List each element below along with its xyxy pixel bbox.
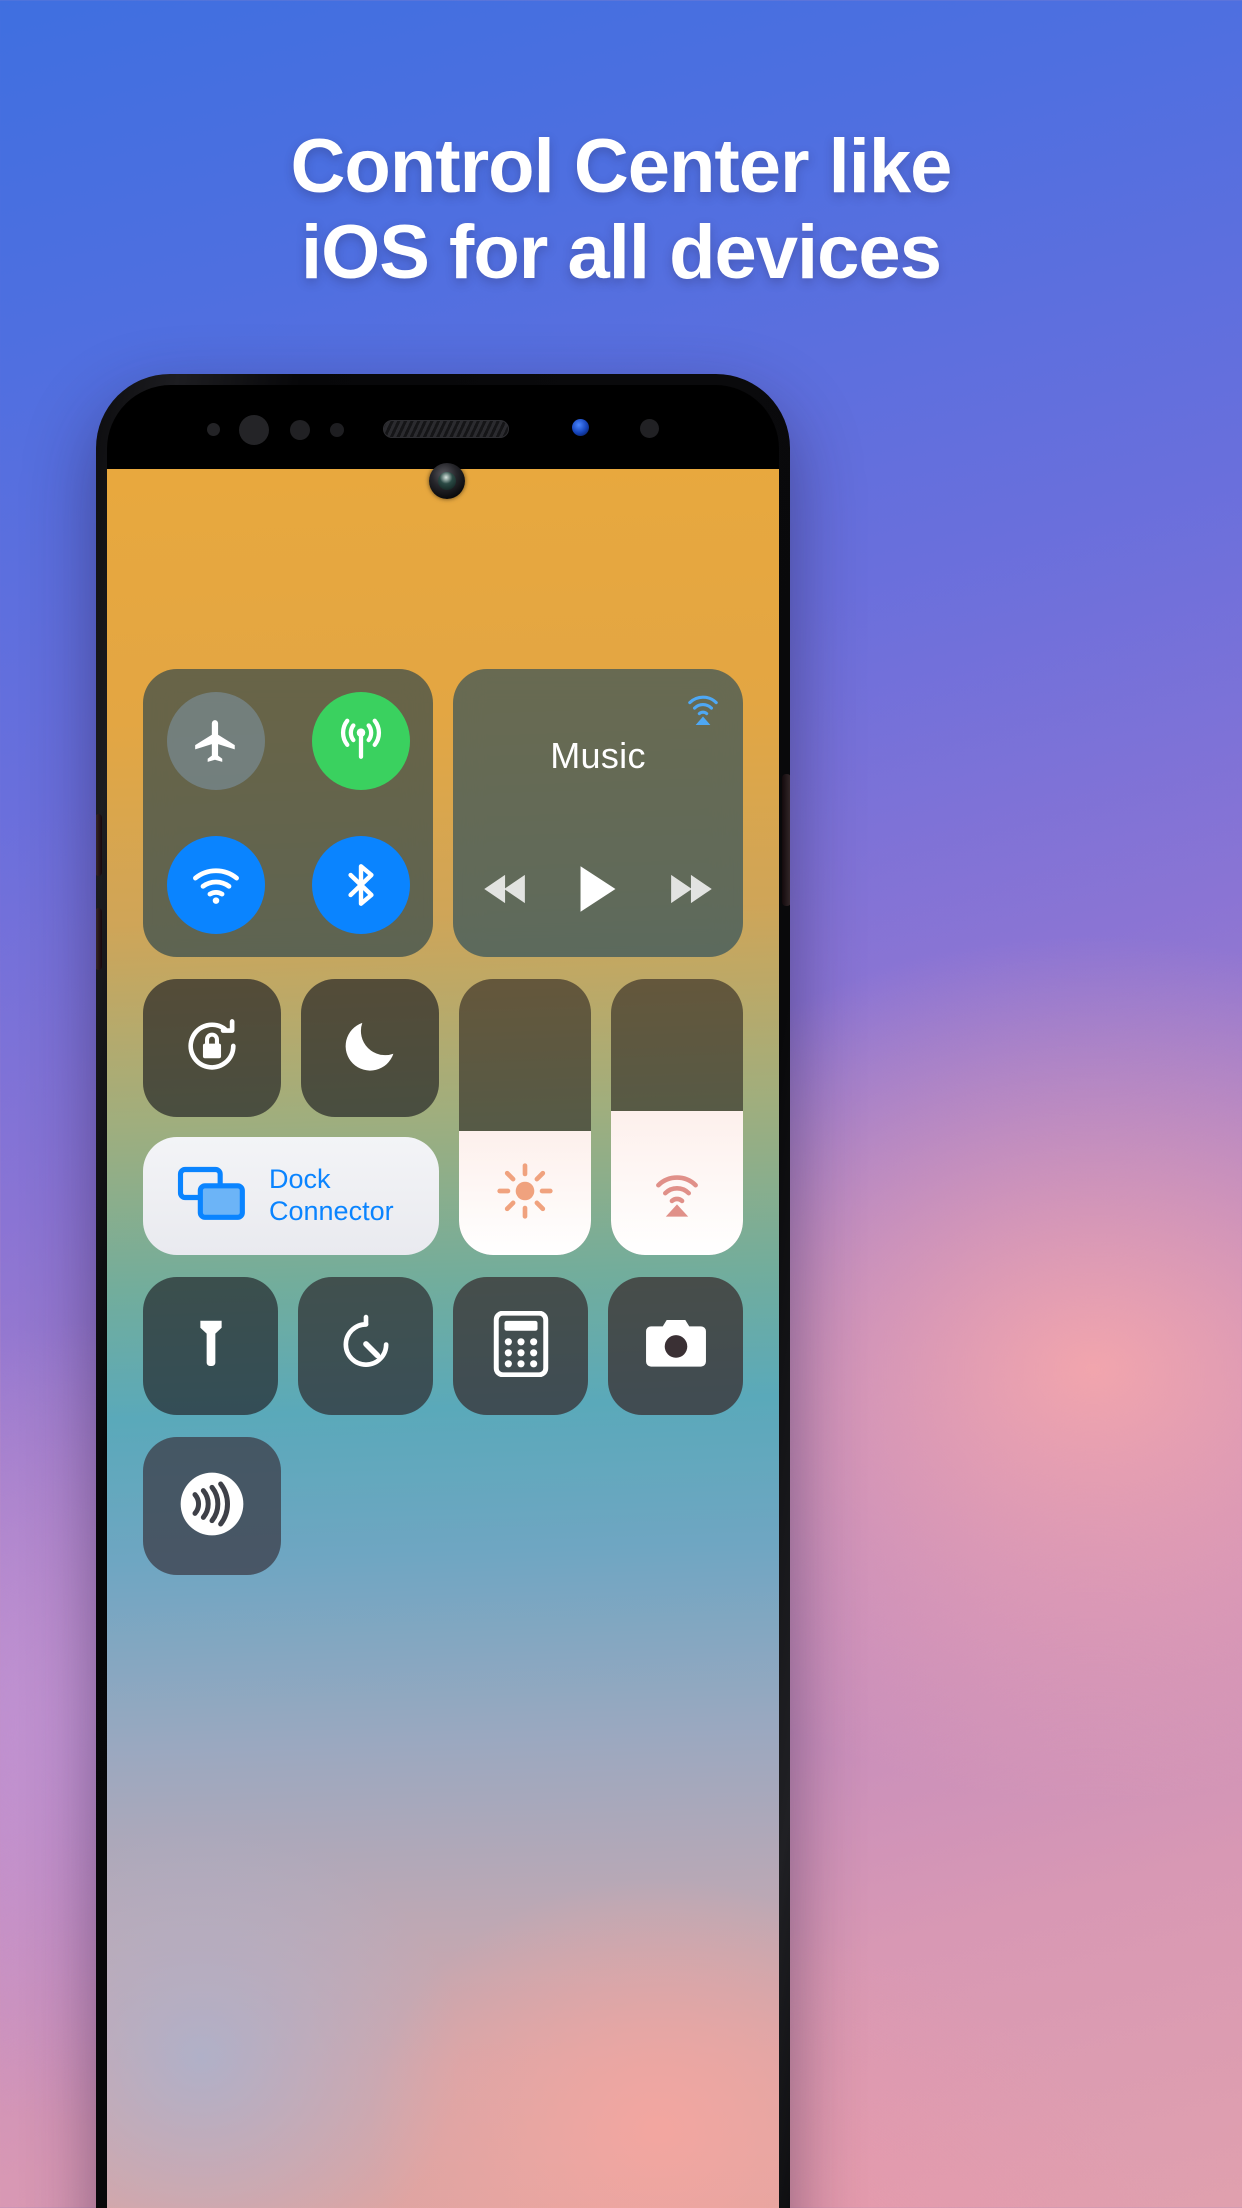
wifi-icon [190, 859, 242, 911]
music-transport-controls [483, 865, 713, 913]
bluetooth-icon [336, 860, 386, 910]
phone-top-bezel [107, 385, 779, 469]
utilities-row-2 [143, 1437, 743, 1575]
left-tiles-stack: Dock Connector [143, 979, 439, 1255]
moon-icon [337, 1013, 403, 1084]
front-camera-icon [429, 463, 465, 499]
ios-control-center: Music Dock Connector [107, 469, 779, 2208]
airdrop-icon [645, 1158, 709, 1227]
nfc-icon [172, 1464, 252, 1549]
timer-icon [335, 1313, 397, 1380]
headline-line-1: Control Center like [290, 124, 953, 209]
wifi-toggle[interactable] [166, 836, 265, 934]
music-title: Music [550, 735, 646, 776]
music-widget[interactable]: Music [453, 669, 743, 957]
quick-tiles [143, 979, 439, 1117]
phone-screen-area: Music Dock Connector [107, 385, 779, 2208]
rotation-lock-icon [177, 1011, 247, 1086]
dock-connector-label: Dock Connector [269, 1164, 394, 1228]
volume-slider[interactable] [611, 979, 743, 1255]
ir-camera-icon [239, 415, 269, 445]
control-center-row-1: Music [143, 669, 743, 957]
dock-connector-label-line2: Connector [269, 1196, 394, 1226]
dock-connector-tile[interactable]: Dock Connector [143, 1137, 439, 1255]
control-center-grid: Music Dock Connector [143, 669, 743, 1575]
brightness-slider[interactable] [459, 979, 591, 1255]
nfc-button[interactable] [143, 1437, 281, 1575]
do-not-disturb-toggle[interactable] [301, 979, 439, 1117]
camera-icon [644, 1317, 708, 1376]
rotation-lock-toggle[interactable] [143, 979, 281, 1117]
notification-led-icon [640, 419, 659, 438]
control-center-row-2: Dock Connector [143, 979, 743, 1255]
timer-button[interactable] [298, 1277, 433, 1415]
volume-up-button[interactable] [96, 814, 102, 876]
flashlight-icon [182, 1315, 240, 1378]
play-button[interactable] [577, 865, 619, 913]
light-sensor-icon [290, 420, 310, 440]
next-track-button[interactable] [667, 872, 713, 906]
utilities-row [143, 1277, 743, 1415]
dot-sensor-icon [330, 423, 344, 437]
iris-scanner-icon [572, 419, 589, 436]
airplay-icon[interactable] [681, 685, 725, 734]
calculator-button[interactable] [453, 1277, 588, 1415]
headline-line-2: iOS for all devices [301, 209, 942, 295]
airplane-mode-toggle[interactable] [166, 692, 265, 790]
proximity-sensor-icon [207, 423, 220, 436]
cellular-icon [334, 714, 388, 768]
bluetooth-toggle[interactable] [311, 836, 410, 934]
previous-track-button[interactable] [483, 872, 529, 906]
screen-mirroring-icon [177, 1165, 247, 1228]
volume-down-button[interactable] [96, 908, 102, 970]
power-button[interactable] [782, 774, 790, 906]
earpiece-speaker-icon [383, 420, 509, 438]
connectivity-group [143, 669, 433, 957]
calculator-icon [493, 1310, 549, 1382]
brightness-icon [494, 1160, 556, 1227]
page-title: Control Center like iOS for all devices [0, 128, 1242, 291]
dock-connector-label-line1: Dock [269, 1164, 331, 1195]
flashlight-button[interactable] [143, 1277, 278, 1415]
airplane-icon [191, 716, 241, 766]
camera-button[interactable] [608, 1277, 743, 1415]
phone-mockup: Music Dock Connector [96, 374, 790, 2208]
cellular-data-toggle[interactable] [311, 692, 410, 790]
